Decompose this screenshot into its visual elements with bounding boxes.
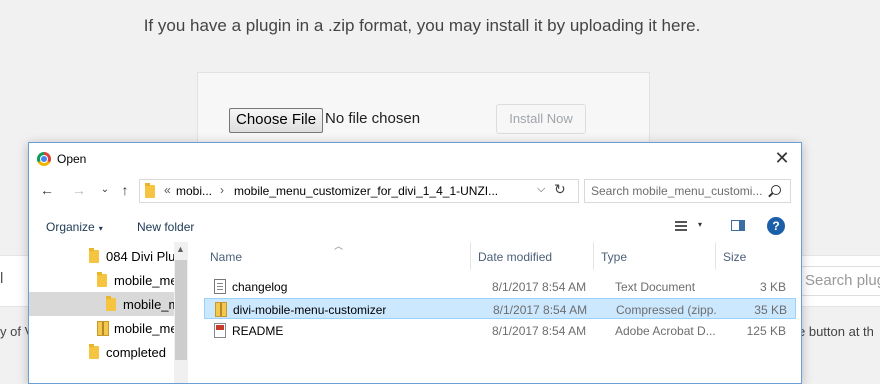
folder-icon (97, 272, 107, 287)
folder-icon (89, 248, 99, 263)
file-name: changelog (232, 280, 288, 294)
dialog-title: Open (57, 152, 87, 166)
navigation-pane: 084 Divi Plu mobile_me mobile_m mobile_m… (29, 242, 189, 383)
tree-item[interactable]: mobile_me (29, 268, 178, 292)
column-divider[interactable] (593, 242, 594, 270)
file-row-selected[interactable]: divi-mobile-menu-customizer 8/1/2017 8:5… (204, 298, 796, 319)
breadcrumb-overflow[interactable]: « (164, 183, 171, 197)
file-size: 125 KB (746, 324, 786, 338)
close-icon[interactable]: ✕ (773, 149, 791, 167)
file-list: ︿ Name Date modified Type Size changelog… (190, 241, 801, 383)
file-date: 8/1/2017 8:54 AM (493, 303, 588, 317)
tree-item-label: completed (106, 345, 166, 360)
tree-item[interactable]: completed (29, 340, 174, 364)
tree-item-selected[interactable]: mobile_m (29, 292, 179, 316)
folder-search-input[interactable]: Search mobile_menu_customi... (584, 179, 791, 203)
filter-bar-edge-text: l (0, 270, 4, 287)
file-name: divi-mobile-menu-customizer (233, 303, 387, 317)
open-file-dialog: Open ✕ ← → ⌄ ↑ « mobi... › mobile_menu_c… (28, 142, 802, 384)
file-date: 8/1/2017 8:54 AM (492, 280, 587, 294)
choose-file-button[interactable]: Choose File (229, 108, 324, 133)
breadcrumb-current-folder[interactable]: mobile_menu_customizer_for_divi_1_4_1-UN… (234, 184, 498, 198)
pdf-file-icon (214, 323, 226, 338)
tree-item[interactable]: 084 Divi Plu (29, 244, 176, 268)
up-arrow-icon[interactable]: ↑ (117, 181, 133, 199)
chevron-down-icon[interactable]: ⌵ (537, 183, 545, 196)
file-type: Compressed (zipp... (616, 303, 716, 317)
folder-icon (145, 183, 155, 198)
folder-icon (106, 296, 116, 311)
help-icon[interactable]: ? (767, 217, 785, 235)
no-file-chosen-text: No file chosen (325, 110, 421, 127)
chrome-icon (37, 152, 51, 166)
column-divider[interactable] (715, 242, 716, 270)
search-placeholder: Search mobile_menu_customi... (591, 184, 763, 198)
column-header-type[interactable]: Type (601, 250, 627, 264)
address-bar[interactable]: « mobi... › mobile_menu_customizer_for_d… (139, 179, 579, 203)
column-divider[interactable] (470, 242, 471, 270)
text-file-icon (214, 279, 226, 294)
file-name: README (232, 324, 284, 338)
search-icon[interactable] (771, 185, 781, 195)
caret-down-icon: ▾ (98, 224, 103, 233)
scroll-up-icon[interactable]: ▲ (176, 244, 185, 254)
breadcrumb-item[interactable]: mobi... (176, 184, 212, 198)
tree-item-label: mobile_m (123, 297, 180, 312)
navigation-row: ← → ⌄ ↑ « mobi... › mobile_menu_customiz… (29, 177, 801, 205)
forward-arrow-icon[interactable]: → (71, 181, 87, 199)
zip-folder-icon (97, 321, 109, 336)
organize-label: Organize (46, 220, 95, 234)
tree-item-label: mobile_me (114, 321, 178, 336)
file-type: Adobe Acrobat D... (615, 324, 715, 338)
tree-item-label: mobile_me (114, 273, 178, 288)
breadcrumb-separator[interactable]: › (220, 183, 224, 197)
dialog-titlebar[interactable]: Open ✕ (29, 143, 801, 174)
file-size: 35 KB (754, 303, 787, 317)
view-options-icon[interactable] (675, 221, 687, 231)
tree-item[interactable]: mobile_me (29, 316, 178, 340)
view-caret-icon[interactable]: ▾ (698, 220, 702, 229)
dialog-toolbar: Organize ▾ New folder ▾ ? (29, 212, 801, 242)
file-date: 8/1/2017 8:54 AM (492, 324, 587, 338)
column-header-date-modified[interactable]: Date modified (478, 250, 552, 264)
file-row[interactable]: changelog 8/1/2017 8:54 AM Text Document… (204, 276, 796, 297)
file-row[interactable]: README 8/1/2017 8:54 AM Adobe Acrobat D.… (204, 320, 796, 341)
tree-scrollbar[interactable]: ▲ (174, 242, 188, 383)
tree-item-label: 084 Divi Plu (106, 249, 176, 264)
plugin-row-text-right: e button at th (798, 324, 874, 339)
sort-ascending-icon: ︿ (334, 241, 344, 251)
preview-pane-icon[interactable] (731, 220, 745, 231)
search-plugins-input[interactable]: Search plug (798, 266, 880, 296)
file-type: Text Document (615, 280, 696, 294)
install-now-button[interactable]: Install Now (496, 104, 586, 134)
organize-button[interactable]: Organize ▾ (46, 220, 103, 234)
folder-icon (89, 344, 99, 359)
recent-locations-icon[interactable]: ⌄ (97, 181, 113, 199)
back-arrow-icon[interactable]: ← (39, 181, 55, 199)
column-header-size[interactable]: Size (723, 250, 746, 264)
column-header-name[interactable]: Name (210, 250, 242, 264)
new-folder-button[interactable]: New folder (137, 220, 194, 234)
scrollbar-thumb[interactable] (175, 260, 187, 360)
zip-file-icon (215, 302, 227, 317)
file-size: 3 KB (759, 280, 786, 294)
upload-intro-text: If you have a plugin in a .zip format, y… (143, 16, 701, 35)
refresh-icon[interactable]: ↻ (554, 181, 566, 198)
